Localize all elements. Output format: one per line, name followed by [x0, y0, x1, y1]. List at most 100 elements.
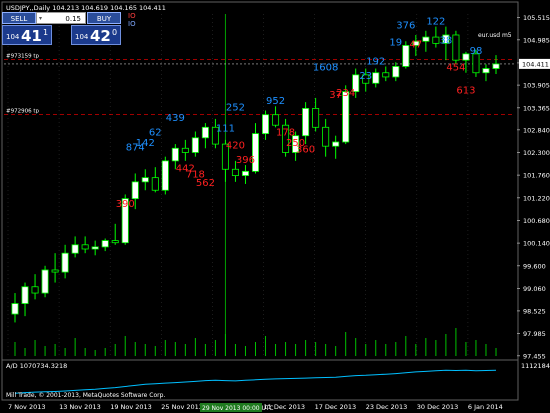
- candle-body: [171, 147, 179, 162]
- zigzag-label: 234: [336, 88, 355, 99]
- y-tick-label: 99.060: [523, 285, 546, 293]
- sell-price-prefix: 104: [6, 33, 20, 41]
- candle-body: [452, 34, 460, 61]
- candle-body: [131, 181, 139, 200]
- candle-body: [81, 244, 89, 250]
- x-tick-label: 25 Nov 2013: [161, 403, 203, 411]
- zigzag-label: 192: [366, 56, 385, 67]
- candle-body: [161, 160, 169, 191]
- candle-body: [322, 126, 330, 147]
- lot-size-input[interactable]: ▾ 0.15: [36, 12, 86, 24]
- candle-body: [71, 244, 79, 254]
- zigzag-label: 420: [226, 140, 245, 151]
- y-tick-label: 103.365: [523, 104, 550, 112]
- buy-price-pip: 0: [112, 28, 118, 37]
- zigzag-label: 62: [149, 128, 162, 139]
- buy-button[interactable]: BUY: [87, 12, 121, 24]
- candle-body: [181, 147, 189, 153]
- zigzag-label: 952: [266, 96, 285, 107]
- candle-body: [402, 45, 410, 67]
- candle-body: [332, 141, 340, 147]
- candle-body: [231, 168, 239, 176]
- x-tick-label: 17 Dec 2013: [315, 403, 357, 411]
- indicator-line-2: IO: [128, 20, 136, 28]
- zigzag-label: 38: [440, 35, 453, 46]
- y-tick-label: 102.300: [523, 149, 550, 157]
- zigzag-label: 122: [426, 16, 445, 27]
- y-tick-label: 102.840: [523, 126, 550, 134]
- candle-body: [51, 269, 59, 273]
- candle-body: [61, 252, 69, 273]
- candle-body: [392, 66, 400, 78]
- candle-body: [111, 240, 119, 244]
- zigzag-label: 613: [456, 86, 475, 97]
- buy-price-big: 42: [90, 27, 111, 45]
- x-tick-label: 7 Nov 2013: [8, 403, 46, 411]
- zigzag-label: 19: [389, 37, 402, 48]
- lot-stepper-icon[interactable]: ▾: [39, 13, 42, 25]
- y-tick-label: 101.760: [523, 172, 550, 180]
- candle-body: [41, 269, 49, 294]
- y-tick-label: 105.515: [523, 14, 550, 22]
- current-price-label: 104.411: [522, 60, 549, 68]
- zigzag-label: 142: [136, 138, 155, 149]
- zigzag-label: 23: [359, 71, 372, 82]
- symbol-info: USDJPY,,Daily 104.213 104.619 104.165 10…: [6, 4, 166, 12]
- lot-value: 0.15: [65, 15, 81, 23]
- x-tick-label: 23 Dec 2013: [366, 403, 408, 411]
- zigzag-label: 111: [216, 123, 235, 134]
- candle-body: [382, 72, 390, 78]
- x-tick-label: 6 Jan 2014: [468, 403, 503, 411]
- zigzag-label: 1608: [313, 63, 338, 74]
- candle-body: [422, 36, 430, 42]
- buy-price[interactable]: 104 42 0: [71, 25, 121, 45]
- candle-body: [262, 114, 270, 134]
- x-tick-label: 30 Dec 2013: [417, 403, 459, 411]
- y-tick-label: 101.220: [523, 194, 550, 202]
- price-chart[interactable]: #973159 tp#972906 tp 3908741426243944271…: [0, 0, 550, 413]
- sell-price[interactable]: 104 41 1: [2, 25, 52, 45]
- candle-body: [342, 91, 350, 143]
- sell-button[interactable]: SELL: [2, 12, 36, 24]
- y-tick-label: 100.680: [523, 217, 550, 225]
- zigzag-label: 396: [236, 155, 255, 166]
- zigzag-label: 98: [470, 46, 483, 57]
- y-tick-label: 103.905: [523, 82, 550, 90]
- candle-body: [372, 72, 380, 84]
- x-highlight-label: 29 Nov 2013 00:00 UTC: [202, 405, 273, 412]
- y-tick-label: 99.600: [523, 262, 546, 270]
- sell-price-big: 41: [21, 27, 42, 45]
- sell-price-pip: 1: [43, 28, 49, 37]
- zigzag-label: 439: [166, 113, 185, 124]
- candle-body: [432, 36, 440, 44]
- buy-price-prefix: 104: [75, 33, 89, 41]
- y-tick-label: 104.985: [523, 36, 550, 44]
- candle-body: [91, 246, 99, 250]
- candle-body: [31, 286, 39, 294]
- candle-body: [272, 114, 280, 126]
- y-tick-label: 97.985: [523, 330, 546, 338]
- candle-body: [302, 108, 310, 137]
- footer-credit: Mill Trade, © 2001-2013, MetaQuotes Soft…: [6, 392, 165, 399]
- order-label: #972906 tp: [6, 109, 40, 115]
- y-tick-label: 98.525: [523, 307, 546, 315]
- zigzag-label: 454: [446, 63, 465, 74]
- candle-body: [482, 68, 490, 74]
- candle-body: [462, 53, 470, 61]
- candle-body: [201, 126, 209, 139]
- candle-body: [11, 303, 19, 315]
- candle-body: [492, 63, 500, 69]
- indicator-scale-label: 1112184: [521, 362, 550, 370]
- y-tick-label: 100.140: [523, 240, 550, 248]
- zigzag-label: 562: [196, 178, 215, 189]
- candle-body: [312, 108, 320, 128]
- candle-body: [101, 240, 109, 248]
- x-tick-label: 13 Nov 2013: [59, 403, 101, 411]
- y-tick-label: 97.455: [523, 352, 546, 360]
- candle-body: [241, 170, 249, 176]
- order-label: #973159 tp: [6, 53, 40, 59]
- zigzag-label: 178: [276, 128, 295, 139]
- zigzag-label: 376: [396, 21, 415, 32]
- zigzag-label: 360: [296, 144, 315, 155]
- one-click-trading-panel: SELL ▾ 0.15 BUY 104 41 1 104 42 0 IO IO: [2, 12, 152, 50]
